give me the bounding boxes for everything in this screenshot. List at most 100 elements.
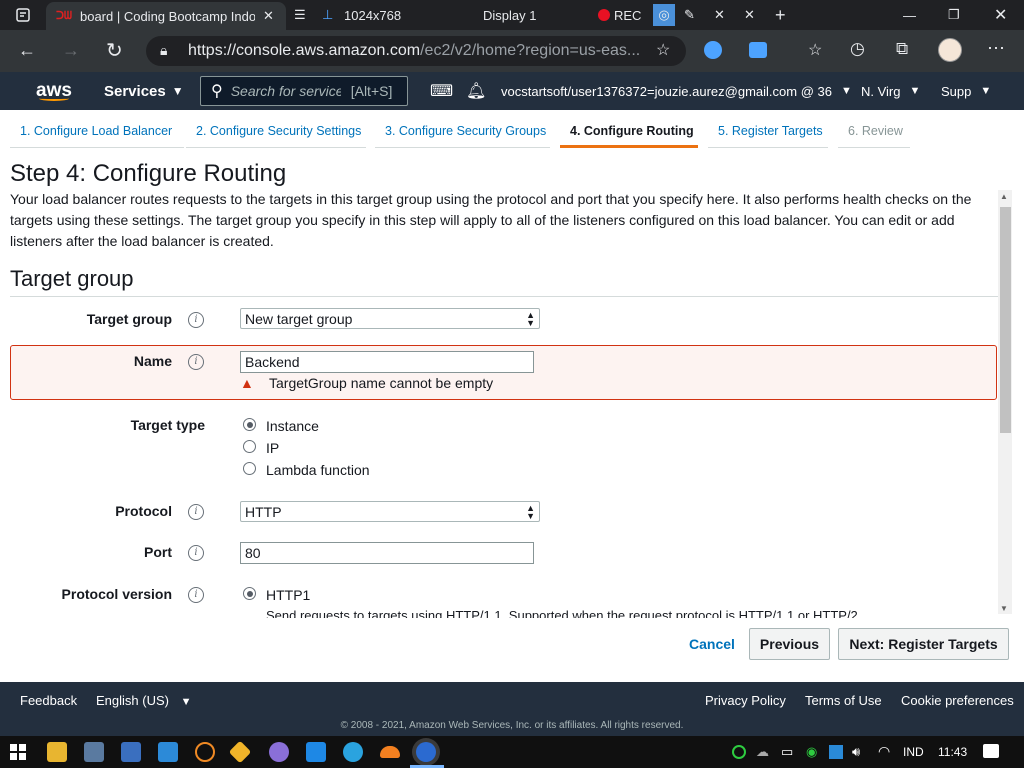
radio-ip-label[interactable]: IP	[266, 440, 279, 456]
radio-lambda-label[interactable]: Lambda function	[266, 462, 370, 478]
radio-lambda[interactable]	[243, 462, 256, 475]
info-icon[interactable]: i	[188, 545, 204, 561]
notification-center-icon[interactable]	[983, 744, 999, 758]
reload-icon[interactable]: ↻	[106, 38, 123, 63]
info-icon[interactable]: i	[188, 587, 204, 603]
history-icon[interactable]: ◷	[850, 39, 865, 59]
target-group-value: New target group	[245, 310, 353, 327]
battery-icon[interactable]: ▭	[781, 744, 793, 760]
service-search-input[interactable]: ⚲ Search for service [Alt+S]	[200, 76, 408, 106]
cookie-preferences-link[interactable]: Cookie preferences	[901, 693, 1014, 708]
language-selector[interactable]: English (US) ▼	[96, 693, 191, 708]
caret-down-icon: ▼	[840, 85, 852, 97]
cloudflare-icon[interactable]	[380, 746, 400, 758]
account-menu[interactable]: vocstartsoft/user1376372=jouzie.aurez@gm…	[501, 72, 852, 110]
feedback-link[interactable]: Feedback	[20, 693, 77, 708]
info-icon[interactable]: i	[188, 504, 204, 520]
support-menu[interactable]: Supp ▼	[941, 72, 991, 110]
browser-menu-icon[interactable]	[16, 0, 30, 30]
github-icon[interactable]	[269, 742, 289, 762]
protocol-select[interactable]: HTTP ▲ ▼	[240, 501, 540, 522]
vscode-icon[interactable]	[306, 742, 326, 762]
nvidia-icon[interactable]: ◉	[806, 744, 817, 760]
window-close-icon[interactable]: ✕	[994, 0, 1007, 30]
step-configure-routing[interactable]: 4. Configure Routing	[560, 118, 698, 148]
next-register-targets-button[interactable]: Next: Register Targets	[838, 628, 1009, 660]
minimize-icon[interactable]: —	[903, 0, 916, 30]
input-language[interactable]: IND	[903, 745, 924, 759]
privacy-link[interactable]: Privacy Policy	[705, 693, 786, 708]
close-overlay-icon[interactable]: ✕	[714, 0, 725, 30]
name-input[interactable]: Backend	[240, 351, 534, 373]
radio-http1[interactable]	[243, 587, 256, 600]
region-menu[interactable]: N. Virg ▼	[861, 72, 920, 110]
wifi-icon[interactable]: ◠	[878, 743, 890, 760]
aws-top-nav: aws Services ▼ ⚲ Search for service [Alt…	[0, 72, 1024, 110]
main-content: Step 4: Configure Routing Your load bala…	[0, 156, 998, 618]
warning-icon: ▲	[240, 375, 254, 391]
tab-close-icon[interactable]: ✕	[263, 8, 274, 24]
section-title: Target group	[10, 266, 134, 291]
favorite-star-icon[interactable]: ☆	[656, 40, 670, 60]
step-configure-security-settings[interactable]: 2. Configure Security Settings	[186, 118, 366, 148]
app-icon-1[interactable]	[84, 742, 104, 762]
terms-link[interactable]: Terms of Use	[805, 693, 882, 708]
cloud-icon[interactable]: ☁	[756, 744, 769, 760]
step-configure-security-groups[interactable]: 3. Configure Security Groups	[375, 118, 550, 148]
url-input[interactable]: 🔒︎ https://console.aws.amazon.com/ec2/v2…	[146, 36, 686, 66]
tray-app-icon[interactable]	[829, 745, 843, 759]
app-icon-4[interactable]	[195, 742, 215, 762]
collections-icon[interactable]: ⧉	[896, 39, 908, 59]
pin-icon[interactable]: ⊥	[322, 0, 333, 30]
services-menu[interactable]: Services ▼	[104, 72, 184, 110]
radio-instance[interactable]	[243, 418, 256, 431]
more-menu-icon[interactable]: ⋯	[987, 38, 1005, 59]
port-label: Port	[144, 544, 172, 560]
radio-instance-label[interactable]: Instance	[266, 418, 319, 434]
close-x-icon[interactable]: ✕	[744, 0, 755, 30]
favorites-icon[interactable]: ☆	[808, 40, 822, 60]
rec-indicator[interactable]: REC	[598, 0, 641, 30]
scroll-up-icon[interactable]: ▲	[1000, 192, 1008, 201]
cloudshell-icon[interactable]: ⌨︎	[430, 72, 453, 110]
scrollbar-thumb[interactable]	[1000, 207, 1011, 433]
edge-icon[interactable]	[416, 742, 436, 762]
browser-tab-bar: ᑐᗯ board | Coding Bootcamp Indon ✕ ☰ ⊥ 1…	[0, 0, 1024, 30]
port-value: 80	[245, 545, 261, 561]
scroll-down-icon[interactable]: ▼	[1000, 604, 1008, 613]
git-icon[interactable]	[228, 740, 252, 764]
cancel-button[interactable]: Cancel	[689, 636, 735, 652]
step-register-targets[interactable]: 5. Register Targets	[708, 118, 828, 148]
target-group-select[interactable]: New target group ▲ ▼	[240, 308, 540, 329]
forward-icon[interactable]: →	[62, 40, 80, 61]
app-icon-2[interactable]	[121, 742, 141, 762]
name-label: Name	[133, 353, 172, 369]
camera-icon[interactable]: ◎	[653, 4, 675, 26]
info-icon[interactable]: i	[188, 354, 204, 370]
pen-icon[interactable]: ✎	[684, 0, 695, 30]
tray-status-icon[interactable]	[732, 745, 746, 759]
hamburger-icon[interactable]: ☰	[294, 0, 306, 30]
previous-button[interactable]: Previous	[749, 628, 830, 660]
radio-http1-label[interactable]: HTTP1	[266, 587, 310, 603]
app-icon-3[interactable]	[158, 742, 178, 762]
telegram-icon[interactable]	[343, 742, 363, 762]
info-icon[interactable]: i	[188, 312, 204, 328]
port-input[interactable]: 80	[240, 542, 534, 564]
new-tab-icon[interactable]: +	[775, 0, 786, 30]
file-explorer-icon[interactable]	[47, 742, 67, 762]
restore-icon[interactable]: ❐	[948, 0, 960, 30]
windows-start-icon[interactable]	[10, 744, 26, 760]
volume-icon[interactable]: 🔊︎	[852, 744, 860, 760]
notification-bell-icon[interactable]: 🔔︎	[466, 72, 486, 110]
back-icon[interactable]: ←	[18, 40, 36, 61]
rec-label: REC	[614, 7, 642, 23]
profile-avatar[interactable]	[938, 38, 962, 62]
extension-search-icon[interactable]	[704, 41, 722, 59]
step-configure-load-balancer[interactable]: 1. Configure Load Balancer	[10, 118, 184, 148]
clock-time[interactable]: 11:43	[938, 745, 967, 759]
radio-ip[interactable]	[243, 440, 256, 453]
browser-tab-active[interactable]: ᑐᗯ board | Coding Bootcamp Indon ✕	[46, 2, 286, 30]
extension-screen-icon[interactable]	[749, 42, 767, 58]
aws-logo[interactable]: aws	[36, 72, 72, 110]
